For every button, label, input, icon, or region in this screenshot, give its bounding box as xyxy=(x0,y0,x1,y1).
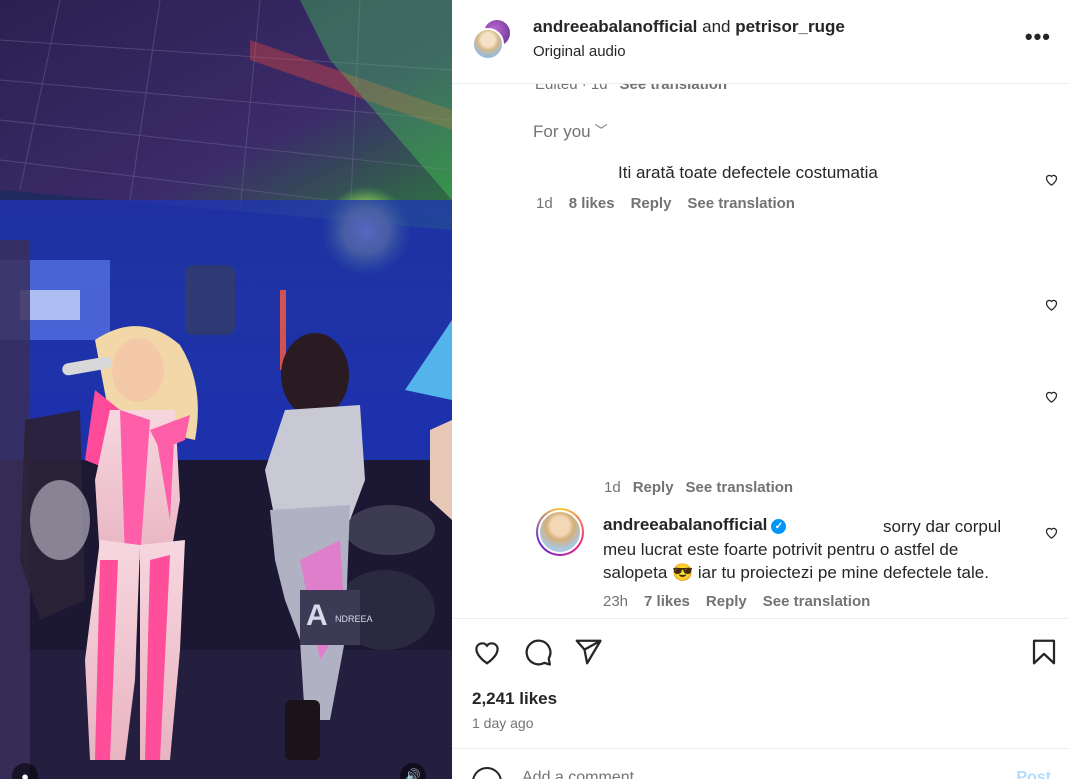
see-translation-link[interactable]: See translation xyxy=(687,195,795,212)
comment-meta: 1d 8 likes Reply See translation xyxy=(536,195,811,212)
heart-icon[interactable] xyxy=(1044,172,1059,187)
comment-icon[interactable] xyxy=(523,637,553,667)
banner-letter: A xyxy=(306,599,328,632)
heart-icon[interactable] xyxy=(1044,525,1059,540)
comment-likes[interactable]: 7 likes xyxy=(644,593,690,610)
see-translation-link[interactable]: See translation xyxy=(620,84,728,93)
reply-button[interactable]: Reply xyxy=(631,195,672,212)
chevron-down-icon: ﹀ xyxy=(594,123,608,138)
heart-icon[interactable] xyxy=(1044,297,1059,312)
audio-link[interactable]: Original audio xyxy=(533,43,626,60)
post-button[interactable]: Post xyxy=(1016,769,1051,779)
post-header: andreeabalanofficial and petrisor_ruge O… xyxy=(452,0,1069,84)
comment-time: 1d xyxy=(604,479,621,496)
verified-badge-icon: ✓ xyxy=(771,519,787,534)
reply-button[interactable]: Reply xyxy=(706,593,747,610)
emoji-icon[interactable] xyxy=(472,767,502,779)
authors-joiner: and xyxy=(697,17,736,36)
reply-author: andreeabalanofficial ✓ xyxy=(603,515,787,535)
sort-label: For you xyxy=(533,122,591,141)
avatar[interactable] xyxy=(472,28,504,60)
clipped-comment-meta: 1d Reply See translation xyxy=(604,479,805,496)
clipped-comment-meta: Edited · 1d See translation xyxy=(535,84,739,93)
comment-time: 1d xyxy=(536,195,553,212)
post-actions: 2,241 likes 1 day ago xyxy=(452,618,1069,748)
comments-list[interactable]: Edited · 1d See translation For you ﹀ Iti … xyxy=(452,84,1069,618)
comment-input[interactable] xyxy=(522,769,982,779)
post-date: 1 day ago xyxy=(472,715,534,731)
comment-likes[interactable]: 8 likes xyxy=(569,195,615,212)
heart-icon[interactable] xyxy=(472,637,502,667)
post-authors: andreeabalanofficial and petrisor_ruge xyxy=(533,17,845,37)
username-link[interactable]: andreeabalanofficial xyxy=(533,17,697,36)
post-media[interactable]: A NDREEA ● 🔊 xyxy=(0,0,452,779)
more-options-button[interactable]: ••• xyxy=(1025,26,1051,48)
likes-count[interactable]: 2,241 likes xyxy=(472,689,557,709)
add-comment-bar: Post xyxy=(452,748,1069,779)
comment-sort-dropdown[interactable]: For you ﹀ xyxy=(533,122,608,142)
share-icon[interactable] xyxy=(573,637,603,667)
collab-avatars[interactable] xyxy=(472,18,514,60)
comment-body: Iti arată toate defectele costumatia xyxy=(618,163,878,182)
reply-button[interactable]: Reply xyxy=(633,479,674,496)
bookmark-icon[interactable] xyxy=(1029,637,1059,667)
avatar[interactable] xyxy=(536,508,584,556)
see-translation-link[interactable]: See translation xyxy=(763,593,871,610)
comment-time: Edited · 1d xyxy=(535,84,608,93)
comment-meta: 23h 7 likes Reply See translation xyxy=(603,593,886,610)
username-link[interactable]: petrisor_ruge xyxy=(735,17,845,36)
comment-time: 23h xyxy=(603,593,629,610)
concert-photo: A NDREEA xyxy=(0,0,452,779)
banner-sub: NDREEA xyxy=(335,614,373,624)
see-translation-link[interactable]: See translation xyxy=(686,479,794,496)
username-link[interactable]: andreeabalanofficial xyxy=(603,515,767,534)
heart-icon[interactable] xyxy=(1044,389,1059,404)
post-panel: andreeabalanofficial and petrisor_ruge O… xyxy=(452,0,1069,779)
